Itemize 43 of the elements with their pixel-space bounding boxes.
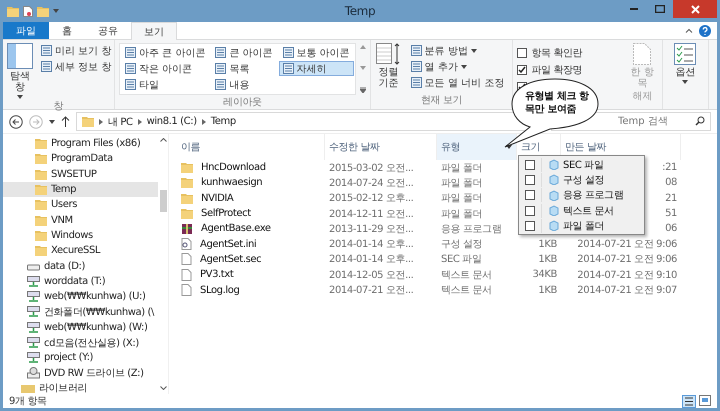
table-cell-text: 2014-07-21 오전 9:10 (576, 268, 678, 282)
table-cell-text: 파일 폴더 (440, 192, 484, 206)
filter-label: SEC 파일 (563, 158, 604, 172)
filter-label: 파일 폴더 (563, 220, 604, 233)
table-cell-text: 구성 설정 (440, 238, 484, 252)
table-cell-text: 1KB (537, 284, 558, 296)
table-cell-text: 2013-11-29 오전... (328, 222, 414, 236)
table-cell-text: 2014-01-14 오후... (328, 238, 414, 252)
table-cell-text: 2014-12-05 오전... (328, 268, 414, 282)
table-cell-text: 텍스트 문서 (440, 284, 493, 298)
table-cell-text: 2014-07-21 오전 9:06 (576, 238, 678, 252)
table-cell-text: :21 (661, 162, 678, 174)
table-cell-text: 텍스트 문서 (440, 268, 493, 282)
table-cell-text: 21 (664, 192, 678, 204)
table-cell-text: 2014-07-21 오전 9:07 (576, 284, 678, 298)
checkbox-label: 파일 확장명 (531, 64, 582, 77)
table-cell-text: 파일 폴더 (440, 208, 484, 221)
group-label: 현재 보기 (420, 94, 464, 108)
table-cell-text: 2015-03-02 오전... (328, 162, 414, 175)
table-cell-text: 51 (664, 208, 678, 220)
window-title: Temp (344, 4, 376, 18)
table-cell-text: SEC 파일 (440, 253, 482, 266)
table-cell-text: 2014-01-14 오후... (328, 253, 414, 266)
table-cell-text: 06 (664, 223, 678, 234)
table-cell-text: 1KB (537, 238, 558, 250)
group-label: 레이아웃 (222, 96, 263, 110)
item-count: 9개 항목 (9, 395, 47, 408)
table-cell-text: 응용 프로그램 (440, 222, 502, 236)
table-cell-text: 2014-12-11 오전... (328, 208, 414, 221)
table-cell-text: 2015-02-12 오후... (328, 192, 414, 206)
filter-label: 구성 설정 (563, 174, 604, 187)
table-cell-text: 2014-07-24 오전... (328, 176, 414, 190)
table-cell-text: 파일 폴더 (440, 162, 484, 175)
table-cell-text: 2014-07-21 오전 9:06 (576, 253, 678, 266)
table-cell-text: 1KB (537, 254, 558, 265)
filter-label: 응용 프로그램 (563, 189, 624, 202)
table-cell-text: 2014-07-21 오전... (328, 284, 414, 298)
table-cell-text: 34KB (531, 269, 558, 280)
table-cell-text: 08 (664, 177, 678, 188)
checkbox-label: 항목 확인란 (531, 47, 582, 60)
table-cell-text: 파일 폴더 (440, 176, 484, 190)
filter-label: 텍스트 문서 (563, 204, 614, 218)
group-label: 창 (52, 100, 64, 114)
